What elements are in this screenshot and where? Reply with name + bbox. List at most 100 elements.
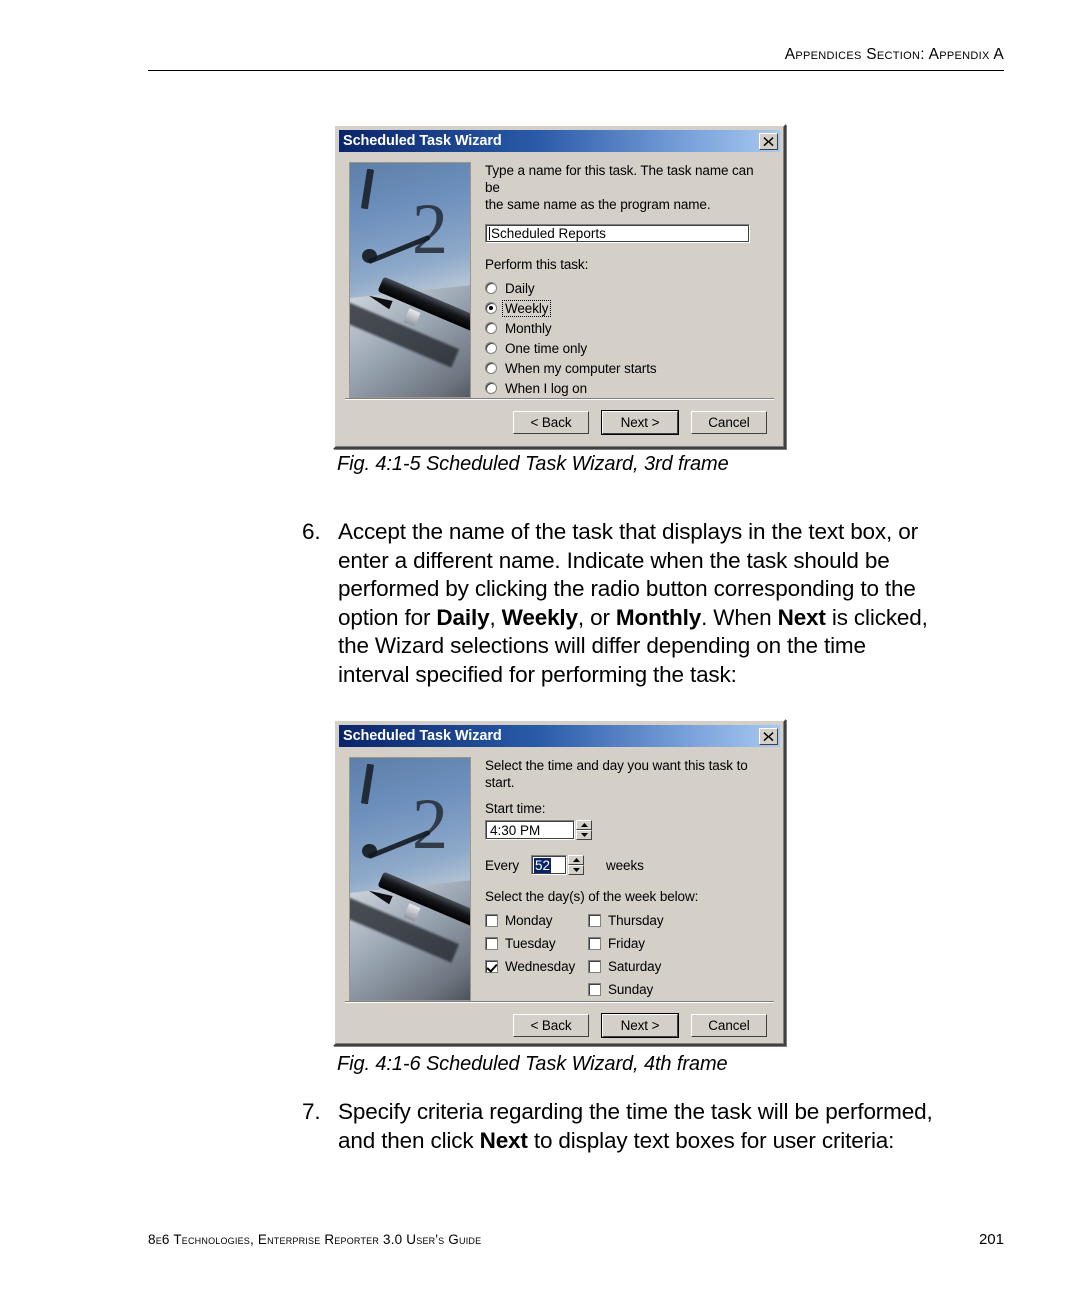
dialog-title: Scheduled Task Wizard (343, 133, 502, 149)
page-footer: 8e6 Technologies, Enterprise Reporter 3.… (148, 1231, 1004, 1248)
radio-icon (485, 342, 497, 354)
radio-icon (485, 302, 497, 314)
checkbox-monday[interactable]: Monday (485, 909, 588, 932)
checkbox-sunday[interactable]: Sunday (588, 978, 663, 1001)
figure-caption-1: Fig. 4:1-5 Scheduled Task Wizard, 3rd fr… (337, 453, 729, 475)
checkbox-wednesday[interactable]: Wednesday (485, 955, 588, 978)
spin-up-button[interactable] (576, 820, 592, 830)
step-7: 7. Specify criteria regarding the time t… (302, 1098, 938, 1155)
instruction-line-2: the same name as the program name. (485, 197, 711, 212)
cancel-button[interactable]: Cancel (691, 411, 767, 434)
step-number: 6. (302, 519, 321, 544)
checkbox-friday[interactable]: Friday (588, 932, 663, 955)
next-button[interactable]: Next > (601, 1013, 679, 1038)
checkbox-label: Saturday (608, 959, 662, 974)
radio-label: Weekly (501, 299, 552, 317)
weeks-label: weeks (606, 857, 644, 873)
interval-value: 52 (534, 857, 552, 873)
radio-label: When I log on (505, 380, 588, 396)
checkbox-label: Sunday (608, 982, 654, 997)
checkbox-label: Tuesday (505, 936, 556, 951)
step-number: 7. (302, 1099, 321, 1124)
back-button[interactable]: < Back (513, 1014, 589, 1037)
radio-option-when-i-log-on[interactable]: When I log on (485, 378, 768, 398)
chevron-up-icon (580, 823, 588, 827)
dialog-inner: Scheduled Task Wizard 2 (335, 721, 784, 1044)
dialog-titlebar[interactable]: Scheduled Task Wizard (339, 725, 780, 747)
weekday-checkbox-group: Monday Tuesday Wednesday Thursday Friday… (485, 909, 768, 1001)
interval-spin-buttons[interactable] (568, 855, 584, 875)
dialog-content: 2 Select the time and day you want this … (339, 747, 780, 1001)
start-time-spin-buttons[interactable] (576, 820, 592, 840)
checkbox-label: Thursday (608, 913, 664, 928)
radio-icon (485, 362, 497, 374)
checkbox-icon (588, 937, 601, 950)
close-button[interactable] (759, 727, 778, 745)
dialog-titlebar[interactable]: Scheduled Task Wizard (339, 130, 780, 152)
checkbox-icon (588, 914, 601, 927)
dialog-button-bar: < Back Next > Cancel (339, 1003, 780, 1048)
task-name-value: Scheduled Reports (491, 226, 606, 241)
figure-caption-2: Fig. 4:1-6 Scheduled Task Wizard, 4th fr… (337, 1053, 728, 1075)
dialog-button-bar: < Back Next > Cancel (339, 400, 780, 445)
radio-label: Monthly (505, 320, 552, 336)
checkbox-icon (485, 914, 498, 927)
back-button[interactable]: < Back (513, 411, 589, 434)
wizard-artwork-clock-pen: 2 (349, 757, 471, 1001)
checkbox-icon (485, 960, 498, 973)
step-text: Specify criteria regarding the time the … (338, 1099, 933, 1153)
radio-icon (485, 382, 497, 394)
text-caret (489, 227, 490, 240)
start-time-label: Start time: (485, 801, 546, 816)
page-number: 201 (978, 1231, 1004, 1248)
wizard-artwork-clock-pen: 2 (349, 162, 471, 398)
start-time-value: 4:30 PM (490, 822, 541, 838)
next-button[interactable]: Next > (601, 410, 679, 435)
dialog-inner: Scheduled Task Wizard 2 (335, 126, 784, 447)
start-time-input[interactable]: 4:30 PM (485, 820, 575, 840)
radio-label: One time only (505, 340, 587, 356)
schedule-frequency-radio-group: Daily Weekly Monthly One time only When … (485, 278, 768, 398)
close-icon (763, 136, 774, 146)
spin-down-button[interactable] (576, 830, 592, 840)
header-rule (148, 70, 1004, 71)
chevron-down-icon (580, 833, 588, 837)
close-icon (763, 731, 774, 741)
spin-up-button[interactable] (568, 855, 584, 865)
scheduled-task-wizard-dialog-4th-frame[interactable]: Scheduled Task Wizard 2 Select the time … (333, 719, 786, 1046)
weekday-column-1: Monday Tuesday Wednesday (485, 909, 588, 1001)
checkbox-tuesday[interactable]: Tuesday (485, 932, 588, 955)
interval-spinner[interactable]: 52 (531, 855, 584, 875)
every-weeks-row: Every 52 weeks (485, 855, 768, 875)
checkbox-icon (588, 983, 601, 996)
checkbox-icon (485, 937, 498, 950)
radio-option-monthly[interactable]: Monthly (485, 318, 768, 338)
scheduled-task-wizard-dialog-3rd-frame[interactable]: Scheduled Task Wizard 2 Type a name for … (333, 124, 786, 449)
chevron-down-icon (572, 868, 580, 872)
radio-label: Daily (505, 280, 535, 296)
step-6: 6. Accept the name of the task that disp… (302, 518, 938, 690)
select-days-label: Select the day(s) of the week below: (485, 889, 699, 904)
radio-icon (485, 322, 497, 334)
checkbox-thursday[interactable]: Thursday (588, 909, 664, 932)
instruction-line-1: Type a name for this task. The task name… (485, 163, 754, 195)
task-name-input[interactable]: Scheduled Reports (485, 224, 750, 243)
dialog-main-panel: Type a name for this task. The task name… (471, 162, 780, 398)
checkbox-saturday[interactable]: Saturday (588, 955, 663, 978)
cancel-button[interactable]: Cancel (691, 1014, 767, 1037)
dialog-content: 2 Type a name for this task. The task na… (339, 152, 780, 398)
weekday-column-2: Thursday Friday Saturday Sunday (588, 909, 664, 1001)
document-page: Appendices Section: Appendix A Scheduled… (0, 0, 1080, 1311)
every-label: Every (485, 857, 520, 873)
interval-input[interactable]: 52 (531, 855, 567, 875)
radio-option-weekly[interactable]: Weekly (485, 298, 768, 318)
radio-icon (485, 282, 497, 294)
radio-option-when-computer-starts[interactable]: When my computer starts (485, 358, 768, 378)
close-button[interactable] (759, 132, 778, 150)
start-time-spinner[interactable]: 4:30 PM (485, 820, 592, 840)
radio-option-daily[interactable]: Daily (485, 278, 768, 298)
chevron-up-icon (572, 858, 580, 862)
spin-down-button[interactable] (568, 865, 584, 875)
checkbox-icon (588, 960, 601, 973)
radio-option-one-time-only[interactable]: One time only (485, 338, 768, 358)
